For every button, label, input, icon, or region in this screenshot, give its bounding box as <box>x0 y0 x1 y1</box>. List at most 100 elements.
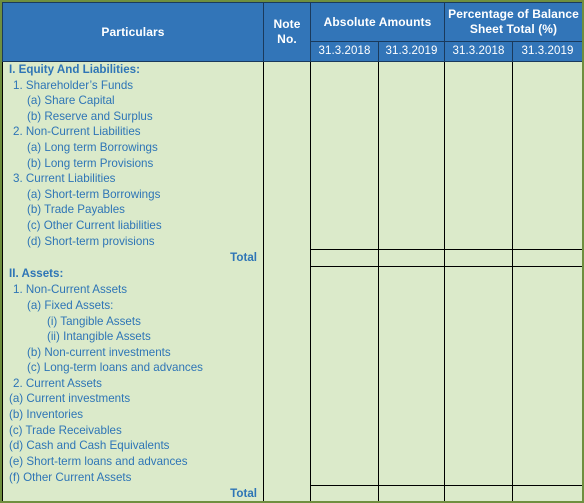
cell-note-no[interactable] <box>263 202 311 218</box>
cell-percentage-2018[interactable] <box>444 344 514 361</box>
cell-note-no[interactable] <box>263 407 311 423</box>
cell-percentage-2018[interactable] <box>444 485 514 501</box>
cell-absolute-amount-2019[interactable] <box>377 360 446 376</box>
cell-note-no[interactable] <box>263 217 311 234</box>
cell-absolute-amount-2018[interactable] <box>310 360 379 376</box>
cell-note-no[interactable] <box>263 438 311 454</box>
cell-absolute-amount-2018[interactable] <box>310 108 379 125</box>
cell-percentage-2018[interactable] <box>444 375 514 392</box>
cell-absolute-amount-2019[interactable] <box>377 329 446 345</box>
cell-percentage-2019[interactable] <box>512 155 582 172</box>
cell-absolute-amount-2019[interactable] <box>377 407 446 423</box>
cell-percentage-2018[interactable] <box>444 329 514 345</box>
cell-note-no[interactable] <box>263 77 311 94</box>
cell-percentage-2019[interactable] <box>512 61 582 78</box>
cell-absolute-amount-2018[interactable] <box>310 375 379 392</box>
cell-note-no[interactable] <box>263 186 311 203</box>
cell-percentage-2018[interactable] <box>444 297 514 314</box>
cell-note-no[interactable] <box>263 344 311 361</box>
cell-note-no[interactable] <box>263 139 311 156</box>
cell-note-no[interactable] <box>263 233 311 250</box>
cell-absolute-amount-2018[interactable] <box>310 171 379 187</box>
cell-percentage-2018[interactable] <box>444 217 514 234</box>
cell-note-no[interactable] <box>263 469 311 486</box>
cell-absolute-amount-2019[interactable] <box>377 217 446 234</box>
cell-note-no[interactable] <box>263 422 311 439</box>
cell-absolute-amount-2019[interactable] <box>377 282 446 298</box>
cell-percentage-2018[interactable] <box>444 438 514 454</box>
cell-percentage-2019[interactable] <box>512 344 582 361</box>
cell-percentage-2019[interactable] <box>512 297 582 314</box>
cell-note-no[interactable] <box>263 249 311 267</box>
cell-absolute-amount-2018[interactable] <box>310 217 379 234</box>
cell-percentage-2018[interactable] <box>444 77 514 94</box>
cell-absolute-amount-2018[interactable] <box>310 485 379 501</box>
cell-percentage-2018[interactable] <box>444 453 514 470</box>
cell-note-no[interactable] <box>263 297 311 314</box>
cell-percentage-2019[interactable] <box>512 391 582 408</box>
cell-note-no[interactable] <box>263 61 311 78</box>
cell-percentage-2019[interactable] <box>512 249 582 267</box>
cell-percentage-2019[interactable] <box>512 108 582 125</box>
cell-percentage-2018[interactable] <box>444 422 514 439</box>
cell-absolute-amount-2019[interactable] <box>377 438 446 454</box>
cell-absolute-amount-2019[interactable] <box>377 139 446 156</box>
cell-absolute-amount-2018[interactable] <box>310 422 379 439</box>
cell-absolute-amount-2019[interactable] <box>377 124 446 140</box>
cell-absolute-amount-2018[interactable] <box>310 438 379 454</box>
cell-absolute-amount-2019[interactable] <box>377 266 446 283</box>
cell-percentage-2019[interactable] <box>512 124 582 140</box>
cell-percentage-2019[interactable] <box>512 266 582 283</box>
cell-percentage-2018[interactable] <box>444 313 514 330</box>
cell-absolute-amount-2018[interactable] <box>310 407 379 423</box>
cell-percentage-2018[interactable] <box>444 108 514 125</box>
cell-percentage-2019[interactable] <box>512 217 582 234</box>
cell-absolute-amount-2019[interactable] <box>377 469 446 486</box>
cell-percentage-2019[interactable] <box>512 233 582 250</box>
cell-note-no[interactable] <box>263 282 311 298</box>
cell-percentage-2018[interactable] <box>444 155 514 172</box>
cell-absolute-amount-2019[interactable] <box>377 202 446 218</box>
cell-percentage-2019[interactable] <box>512 77 582 94</box>
cell-absolute-amount-2018[interactable] <box>310 297 379 314</box>
cell-percentage-2018[interactable] <box>444 93 514 109</box>
cell-absolute-amount-2019[interactable] <box>377 422 446 439</box>
cell-percentage-2019[interactable] <box>512 407 582 423</box>
cell-absolute-amount-2018[interactable] <box>310 155 379 172</box>
cell-percentage-2019[interactable] <box>512 360 582 376</box>
cell-absolute-amount-2018[interactable] <box>310 233 379 250</box>
cell-percentage-2018[interactable] <box>444 233 514 250</box>
cell-absolute-amount-2018[interactable] <box>310 313 379 330</box>
cell-absolute-amount-2018[interactable] <box>310 391 379 408</box>
cell-percentage-2018[interactable] <box>444 61 514 78</box>
cell-percentage-2019[interactable] <box>512 375 582 392</box>
cell-absolute-amount-2018[interactable] <box>310 282 379 298</box>
cell-absolute-amount-2018[interactable] <box>310 329 379 345</box>
cell-note-no[interactable] <box>263 313 311 330</box>
cell-note-no[interactable] <box>263 453 311 470</box>
cell-percentage-2019[interactable] <box>512 282 582 298</box>
cell-absolute-amount-2019[interactable] <box>377 233 446 250</box>
cell-percentage-2018[interactable] <box>444 266 514 283</box>
cell-absolute-amount-2018[interactable] <box>310 124 379 140</box>
cell-absolute-amount-2019[interactable] <box>377 375 446 392</box>
cell-percentage-2019[interactable] <box>512 313 582 330</box>
cell-note-no[interactable] <box>263 171 311 187</box>
cell-absolute-amount-2019[interactable] <box>377 108 446 125</box>
cell-absolute-amount-2018[interactable] <box>310 202 379 218</box>
cell-absolute-amount-2018[interactable] <box>310 93 379 109</box>
cell-percentage-2019[interactable] <box>512 485 582 501</box>
cell-absolute-amount-2018[interactable] <box>310 139 379 156</box>
cell-absolute-amount-2018[interactable] <box>310 77 379 94</box>
cell-absolute-amount-2019[interactable] <box>377 344 446 361</box>
cell-percentage-2019[interactable] <box>512 93 582 109</box>
cell-absolute-amount-2019[interactable] <box>377 453 446 470</box>
cell-absolute-amount-2019[interactable] <box>377 391 446 408</box>
cell-absolute-amount-2019[interactable] <box>377 93 446 109</box>
cell-absolute-amount-2019[interactable] <box>377 155 446 172</box>
cell-percentage-2018[interactable] <box>444 202 514 218</box>
cell-absolute-amount-2018[interactable] <box>310 344 379 361</box>
cell-note-no[interactable] <box>263 155 311 172</box>
cell-percentage-2018[interactable] <box>444 391 514 408</box>
cell-absolute-amount-2018[interactable] <box>310 266 379 283</box>
